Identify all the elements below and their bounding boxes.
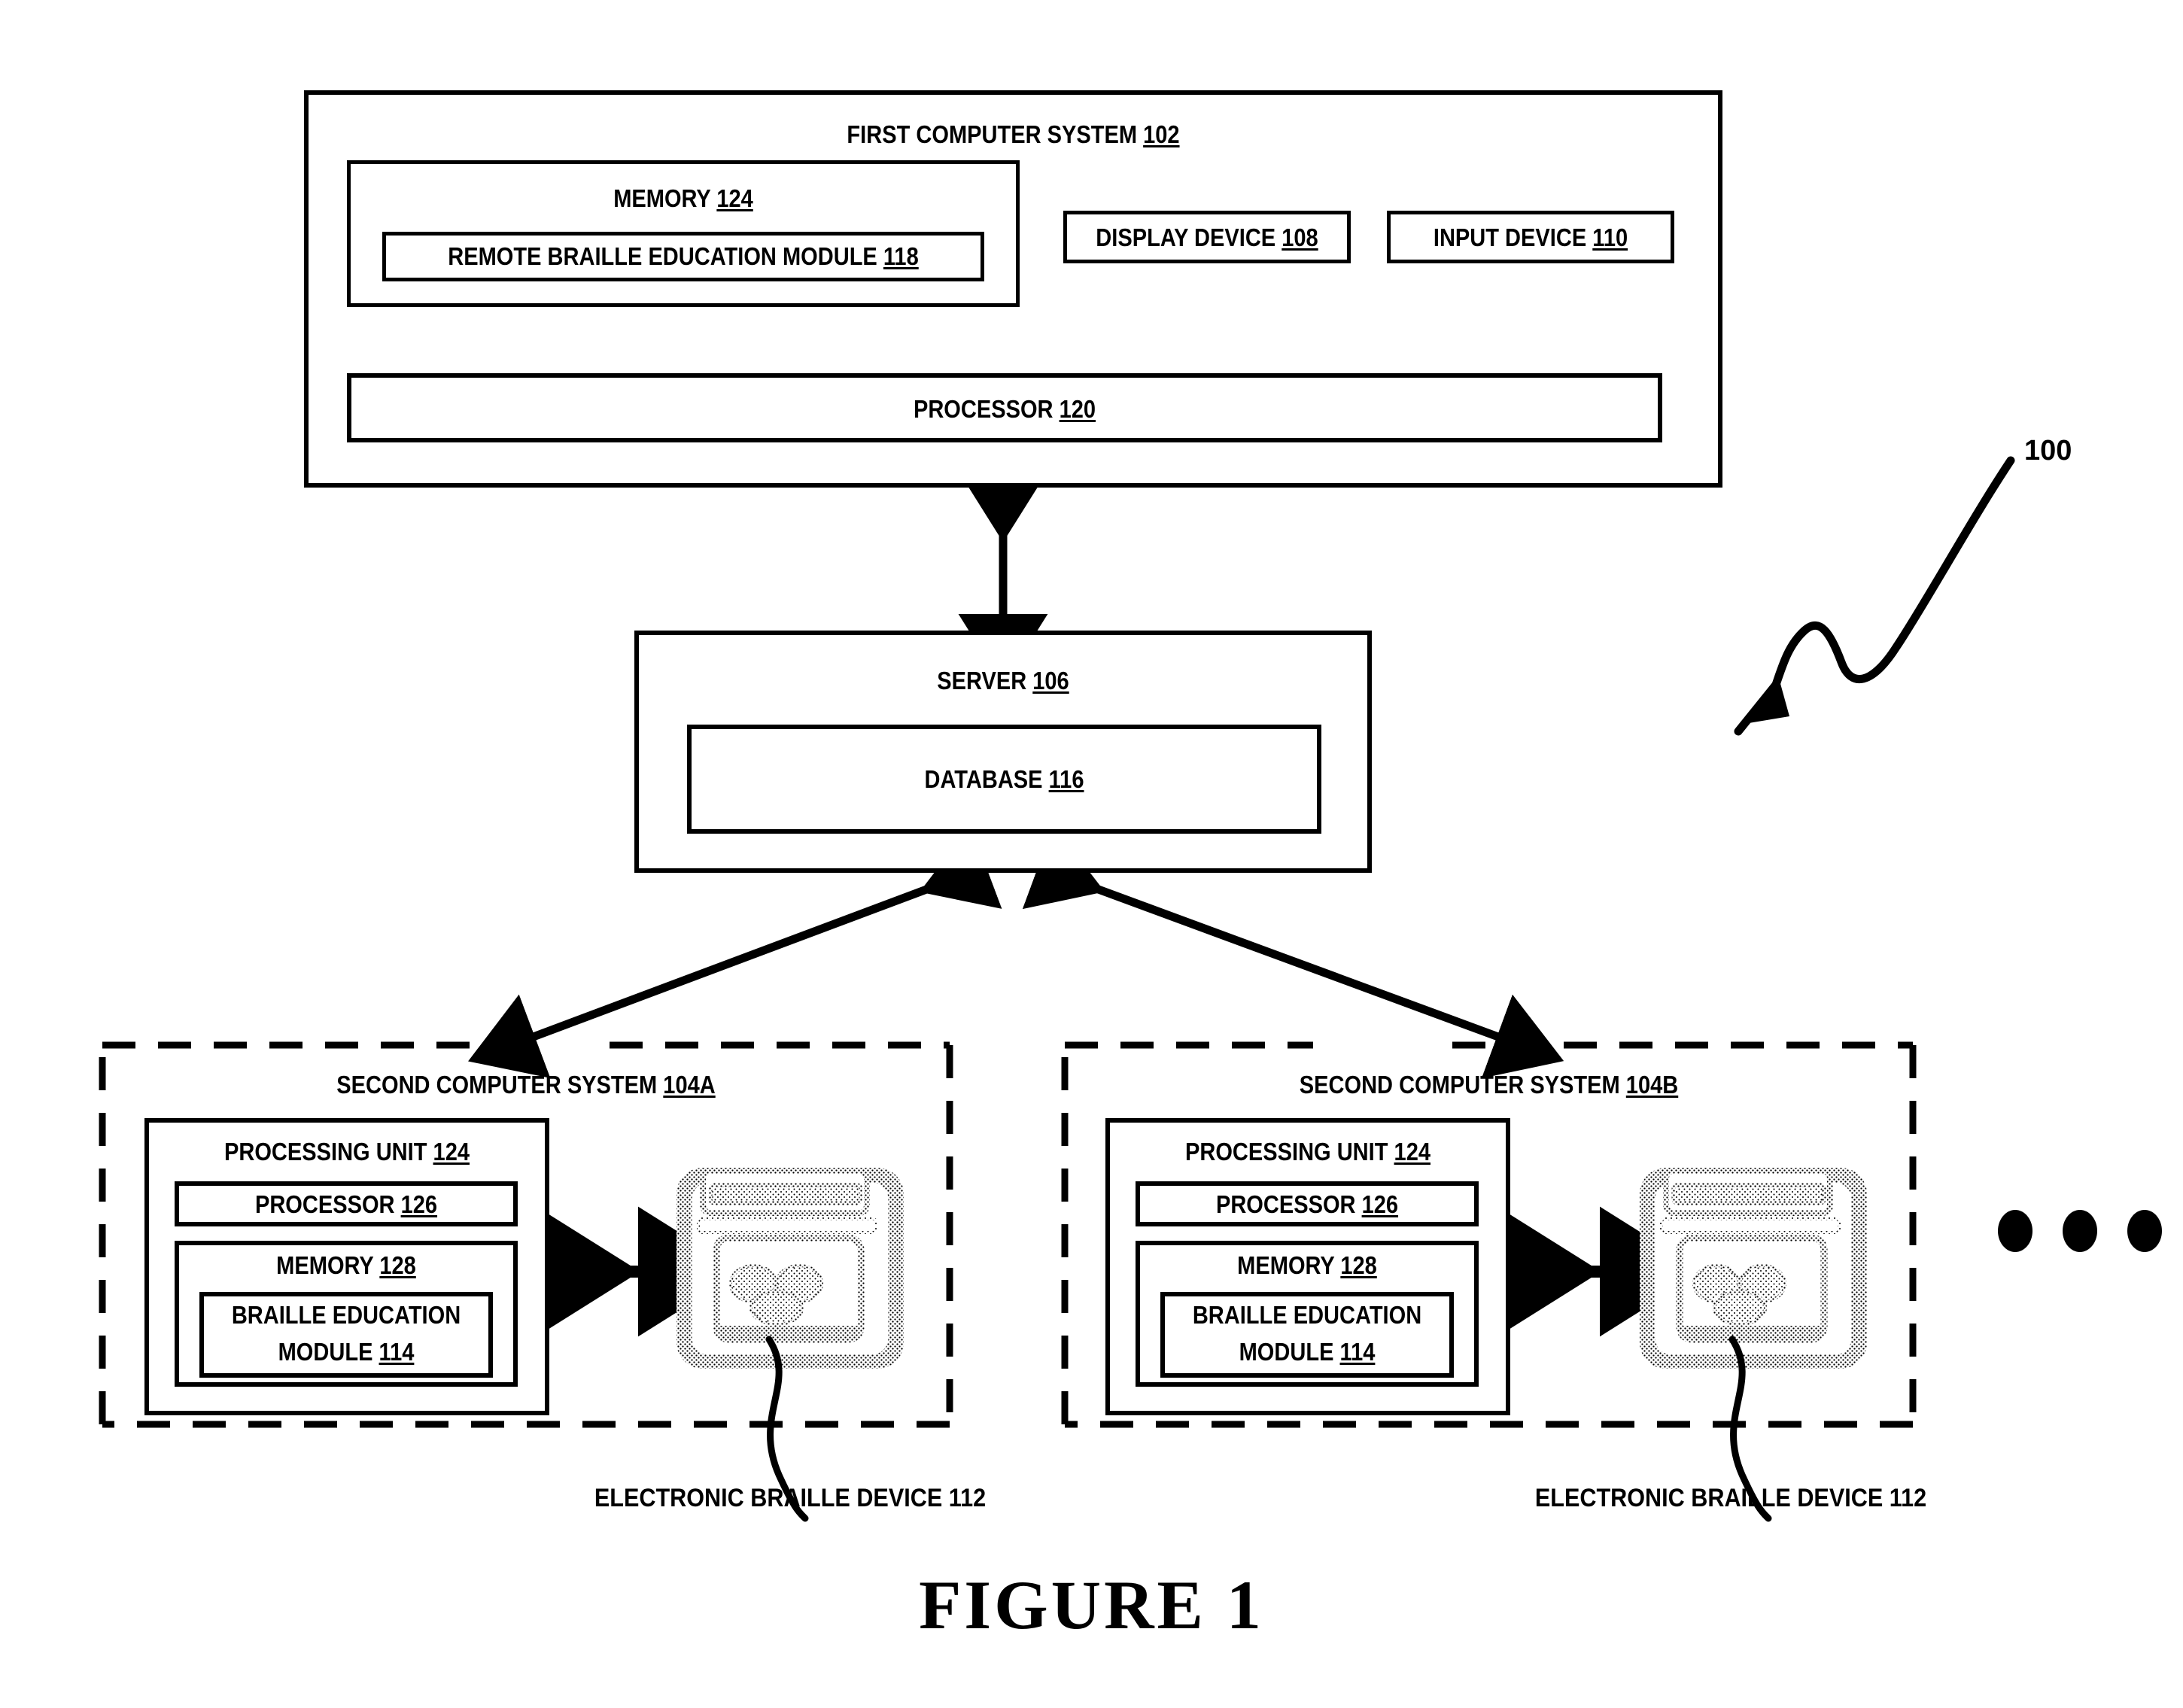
input-device-label: INPUT DEVICE 110 — [1433, 223, 1628, 251]
ref-114-a: 114 — [379, 1338, 415, 1366]
ref-108: 108 — [1282, 223, 1318, 251]
processor-label: PROCESSOR 120 — [913, 395, 1096, 423]
system-reference-100: 100 — [2024, 435, 2072, 467]
ref-118: 118 — [883, 242, 919, 270]
ref-104B: 104B — [1625, 1071, 1679, 1099]
ellipsis-dot-2 — [2063, 1210, 2097, 1252]
second-computer-system-b-title: SECOND COMPUTER SYSTEM 104B — [1299, 1071, 1679, 1099]
display-device-label: DISPLAY DEVICE 108 — [1096, 223, 1318, 251]
ref-126-a: 126 — [400, 1190, 438, 1218]
electronic-braille-device-a-illustration — [676, 1168, 904, 1522]
braille-education-module-b-line1: BRAILLE EDUCATION — [1192, 1301, 1422, 1329]
memory-title: MEMORY 124 — [613, 184, 753, 212]
ref-124-a: 124 — [433, 1138, 470, 1166]
ref-106: 106 — [1032, 667, 1069, 694]
patent-figure-canvas: FIRST COMPUTER SYSTEM 102 MEMORY 124 REM… — [0, 0, 2183, 1708]
ref-102: 102 — [1143, 120, 1180, 148]
memory-a-label: MEMORY 128 — [276, 1251, 416, 1279]
remote-braille-education-module-label: REMOTE BRAILLE EDUCATION MODULE 118 — [448, 242, 919, 270]
ref-116: 116 — [1048, 765, 1084, 793]
ref-126-b: 126 — [1361, 1190, 1399, 1218]
braille-education-module-b-line2: MODULE 114 — [1239, 1338, 1376, 1366]
server-title: SERVER 106 — [937, 667, 1069, 694]
figure-caption: FIGURE 1 — [919, 1567, 1264, 1643]
arrow-server-system-a — [468, 825, 1002, 1078]
ref-128-a: 128 — [379, 1251, 416, 1279]
memory-b-label: MEMORY 128 — [1237, 1251, 1377, 1279]
electronic-braille-device-a-label: ELECTRONIC BRAILLE DEVICE 112 — [594, 1484, 987, 1512]
ref-124-memory: 124 — [716, 184, 753, 212]
processor-a-label: PROCESSOR 126 — [254, 1190, 438, 1218]
database-label: DATABASE 116 — [924, 765, 1084, 793]
system-reference-leader-line — [1734, 456, 2015, 736]
electronic-braille-device-b-label: ELECTRONIC BRAILLE DEVICE 112 — [1534, 1484, 1927, 1512]
electronic-braille-device-b-illustration — [1640, 1168, 1867, 1522]
braille-education-module-a-line2: MODULE 114 — [278, 1338, 415, 1366]
braille-education-module-a-line1: BRAILLE EDUCATION — [231, 1301, 461, 1329]
ref-110: 110 — [1592, 223, 1628, 251]
ref-120: 120 — [1059, 395, 1096, 423]
processing-unit-b-label: PROCESSING UNIT 124 — [1185, 1138, 1431, 1166]
ellipsis-dot-1 — [1998, 1210, 2033, 1252]
ref-114-b: 114 — [1339, 1338, 1376, 1366]
ref-124-b: 124 — [1394, 1138, 1431, 1166]
second-computer-system-a-title: SECOND COMPUTER SYSTEM 104A — [336, 1071, 716, 1099]
ref-128-b: 128 — [1340, 1251, 1377, 1279]
ref-104A: 104A — [663, 1071, 716, 1099]
ellipsis-dot-3 — [2127, 1210, 2162, 1252]
arrow-server-system-b — [1022, 825, 1564, 1079]
processing-unit-a-label: PROCESSING UNIT 124 — [224, 1138, 470, 1166]
processor-b-label: PROCESSOR 126 — [1215, 1190, 1399, 1218]
first-computer-system-title: FIRST COMPUTER SYSTEM 102 — [847, 120, 1180, 148]
